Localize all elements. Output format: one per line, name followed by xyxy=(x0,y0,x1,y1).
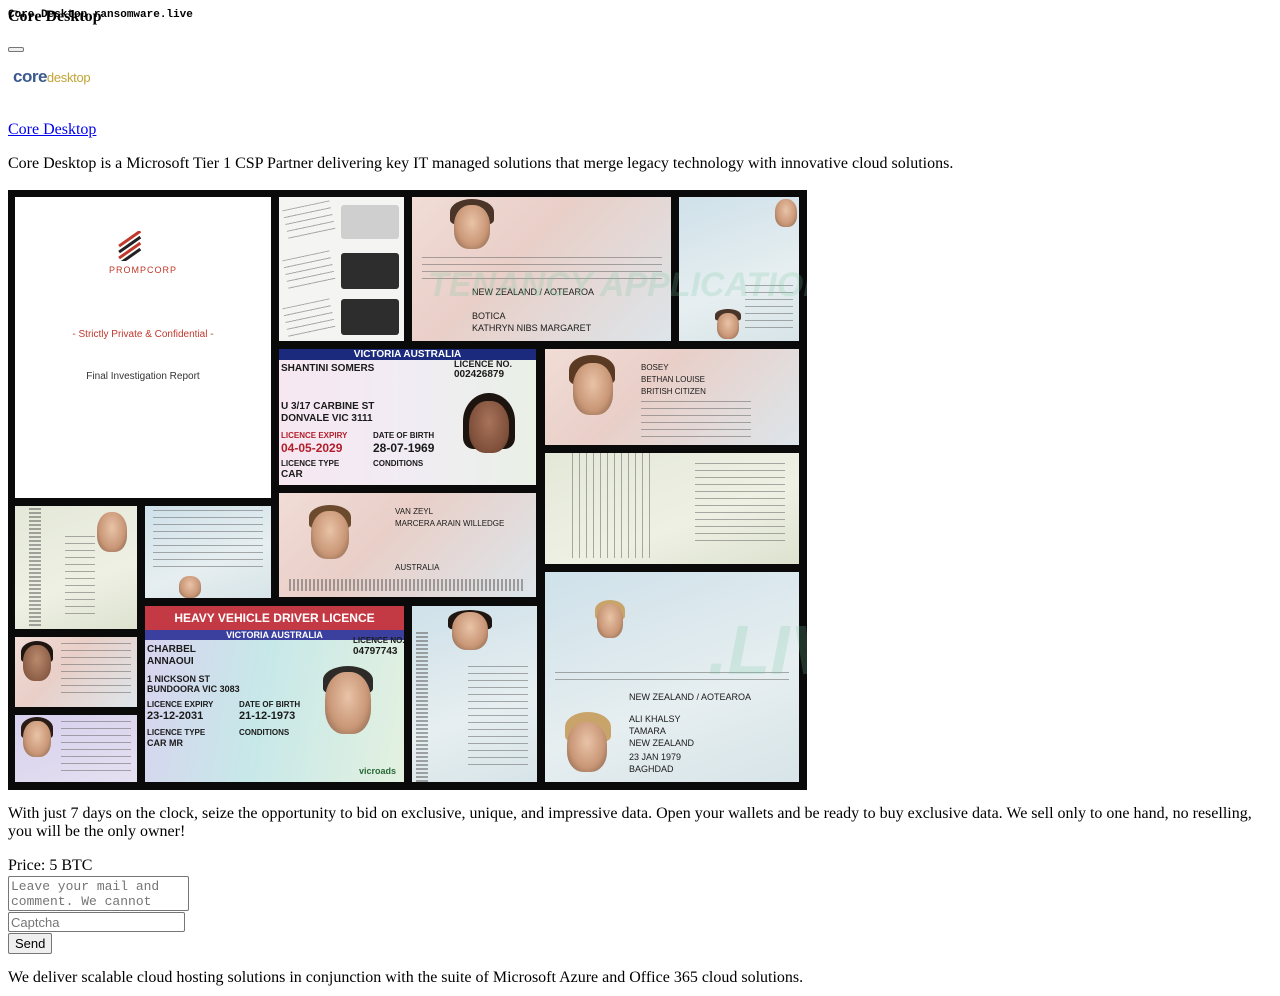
leaked-documents-collage: PROMPCORP - Strictly Private & Confident… xyxy=(8,190,807,790)
cover-brand: PROMPCORP xyxy=(108,265,177,275)
nz2-passport-place: BAGHDAD xyxy=(629,764,674,774)
passport-tile xyxy=(145,506,271,598)
uk-passport-given: BETHAN LOUISE xyxy=(641,375,706,384)
hv-licence-name-1: CHARBEL xyxy=(147,644,196,655)
overlay-title: Core Desktop ransomware.live xyxy=(8,9,193,21)
nz-passport-tile: NEW ZEALAND / AOTEAROA ALI KHALSY TAMARA… xyxy=(545,572,799,782)
hv-licence-dob-label: DATE OF BIRTH xyxy=(239,700,301,709)
heavy-vehicle-licence-tile: HEAVY VEHICLE DRIVER LICENCE VICTORIA AU… xyxy=(145,606,404,782)
uk-passport-surname: BOSEY xyxy=(641,363,669,372)
hv-licence-title: HEAVY VEHICLE DRIVER LICENCE xyxy=(145,606,404,630)
nz-passport-tile: NEW ZEALAND / AOTEAROA BOTICA KATHRYN NI… xyxy=(412,197,671,341)
passport-tile xyxy=(679,197,799,341)
hv-licence-expiry-label: LICENCE EXPIRY xyxy=(147,700,214,709)
au-passport-country: AUSTRALIA xyxy=(395,563,440,572)
nz-passport-label: NEW ZEALAND / AOTEAROA xyxy=(472,287,595,297)
company-logo[interactable]: coredesktop xyxy=(13,66,133,88)
hv-licence-no: 04797743 xyxy=(353,646,398,657)
company-name-link[interactable]: Core Desktop xyxy=(8,121,96,139)
logo-desktop-text: desktop xyxy=(46,70,91,85)
send-button[interactable]: Send xyxy=(8,933,53,954)
nz2-passport-surname: ALI KHALSY xyxy=(629,714,681,724)
cover-confidential: - Strictly Private & Confidential - xyxy=(72,329,214,340)
cover-report-title: Final Investigation Report xyxy=(86,371,200,382)
licence-dob-label: DATE OF BIRTH xyxy=(373,431,435,440)
nz2-passport-country: NEW ZEALAND xyxy=(629,738,695,748)
hv-licence-address-2: BUNDOORA VIC 3083 xyxy=(147,684,240,694)
hv-licence-issuer: vicroads xyxy=(359,766,397,776)
report-cover-page: PROMPCORP - Strictly Private & Confident… xyxy=(15,197,271,498)
passport-rotated-tile xyxy=(412,606,537,782)
uk-passport-nationality: BRITISH CITIZEN xyxy=(641,387,706,396)
licence-address-1: U 3/17 CARBINE ST xyxy=(281,401,375,412)
footer-description: We deliver scalable cloud hosting soluti… xyxy=(8,969,804,986)
licence-dob: 28-07-1969 xyxy=(373,441,435,455)
hv-licence-dob: 21-12-1973 xyxy=(239,710,296,722)
nz-passport-given: KATHRYN NIBS MARGARET xyxy=(472,323,592,333)
au-passport-surname: VAN ZEYL xyxy=(395,507,434,516)
nz2-passport-dob: 23 JAN 1979 xyxy=(629,752,682,762)
price-text: Price: 5 BTC xyxy=(8,857,93,874)
licence-address-2: DONVALE VIC 3111 xyxy=(281,413,373,424)
company-description: Core Desktop is a Microsoft Tier 1 CSP P… xyxy=(8,155,954,172)
hv-licence-no-label: LICENCE NO. xyxy=(353,636,404,645)
nz-passport-surname: BOTICA xyxy=(472,311,506,321)
licence-no-label: LICENCE NO. xyxy=(454,359,513,369)
hv-licence-type: CAR MR xyxy=(147,738,183,748)
licence-expiry: 04-05-2029 xyxy=(281,441,343,455)
hv-licence-type-label: LICENCE TYPE xyxy=(147,728,206,737)
hv-licence-name-2: ANNAOUI xyxy=(147,656,194,667)
nz2-passport-label: NEW ZEALAND / AOTEAROA xyxy=(629,692,752,702)
drivers-licence-tile: VICTORIA AUSTRALIA SHANTINI SOMERS U 3/1… xyxy=(279,349,536,485)
licence-expiry-label: LICENCE EXPIRY xyxy=(281,431,348,440)
nz2-passport-given: TAMARA xyxy=(629,726,666,736)
licence-type-label: LICENCE TYPE xyxy=(281,459,340,468)
licence-no: 002426879 xyxy=(454,369,505,380)
passport-page-tile xyxy=(545,453,799,564)
passport-tile xyxy=(15,715,137,782)
licence-type: CAR xyxy=(281,469,303,480)
passport-rotated-tile xyxy=(15,506,137,629)
au-passport-tile: VAN ZEYL MARCERA ARAIN WILLEDGE AUSTRALI… xyxy=(279,493,536,597)
passport-tile xyxy=(15,637,137,707)
logo-core-text: core xyxy=(13,67,47,86)
licence-conditions-label: CONDITIONS xyxy=(373,459,424,468)
sale-offer-text: With just 7 days on the clock, seize the… xyxy=(8,805,1252,840)
hv-licence-address-1: 1 NICKSON ST xyxy=(147,674,211,684)
prompcorp-logo-icon xyxy=(118,231,142,261)
hv-licence-conditions-label: CONDITIONS xyxy=(239,728,290,737)
hv-licence-expiry: 23-12-2031 xyxy=(147,710,204,722)
card-scan-tile xyxy=(279,197,404,341)
uk-passport-tile: BOSEY BETHAN LOUISE BRITISH CITIZEN xyxy=(545,349,799,445)
captcha-input[interactable] xyxy=(8,912,185,932)
licence-name: SHANTINI SOMERS xyxy=(281,363,375,374)
comment-textarea[interactable] xyxy=(8,876,189,911)
au-passport-given: MARCERA ARAIN WILLEDGE xyxy=(395,519,505,528)
menu-toggle-button[interactable] xyxy=(8,47,24,52)
